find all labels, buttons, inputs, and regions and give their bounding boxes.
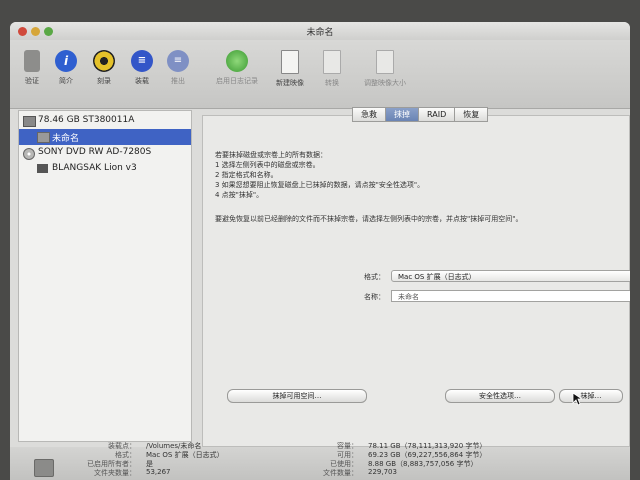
format-value: Mac OS 扩展（日志式） [398,273,476,281]
resize-image-button[interactable]: 调整映像大小 [356,50,414,88]
mouse-cursor-icon [572,392,582,406]
resize-image-icon [376,50,394,74]
sidebar-item-optical-drive[interactable]: SONY DVD RW AD-7280S [19,145,191,161]
journal-icon [226,50,248,72]
hard-disk-icon [23,116,36,127]
tab-restore[interactable]: 恢复 [454,107,489,122]
instruction-line: 4 点按"抹掉"。 [215,191,264,199]
eject-icon: ≡ [167,50,189,72]
eject-button[interactable]: ≡ 推出 [156,50,200,86]
sidebar-item-disc-image[interactable]: BLANGSAK Lion v3 [19,161,191,177]
toolbar: 验证 i 简介 刻录 ≡ 装载 ≡ 推出 启用日志记录 新建映像 转换 调整映像… [10,40,630,109]
folder-count-label: 文件夹数量： [94,469,136,477]
sidebar-item-hard-disk[interactable]: 78.46 GB ST380011A [19,113,191,129]
erase-instructions: 若要抹掉磁盘或宗卷上的所有数据： 1 选择左侧列表中的磁盘或宗卷。 2 指定格式… [215,150,424,200]
name-field[interactable]: 未命名 [391,290,630,302]
disc-image-icon [37,164,48,173]
sidebar-item-label: 78.46 GB ST380011A [38,115,135,125]
instruction-line: 1 选择左侧列表中的磁盘或宗卷。 [215,161,320,169]
instruction-line: 若要抹掉磁盘或宗卷上的所有数据： [215,151,327,159]
file-count-label: 文件数量： [323,469,358,477]
erase-free-space-note: 要避免恢复以前已经删除的文件而不抹掉宗卷，请选择左侧列表中的宗卷，并点按"抹掉可… [215,215,523,223]
convert-label: 转换 [325,79,339,87]
name-label: 名称： [364,293,385,301]
tab-first-aid[interactable]: 急救 [352,107,386,122]
format-label: 格式： [364,273,385,281]
sidebar-item-label: 未命名 [52,134,80,144]
erase-free-space-button[interactable]: 抹掉可用空间… [227,389,367,403]
tab-raid[interactable]: RAID [418,107,456,122]
convert-button[interactable]: 转换 [310,50,354,88]
tab-erase[interactable]: 抹掉 [385,107,419,122]
sidebar-item-volume[interactable]: 未命名 [19,129,191,145]
resize-image-label: 调整映像大小 [364,79,406,87]
title-bar[interactable]: 未命名 [10,22,630,40]
volume-icon [37,132,50,143]
device-list[interactable]: 78.46 GB ST380011A 未命名 SONY DVD RW AD-72… [18,110,192,442]
info-icon: i [55,50,77,72]
new-image-button[interactable]: 新建映像 [268,50,312,88]
file-count-value: 229,703 [368,468,397,476]
window-title: 未命名 [306,28,334,38]
microscope-icon [24,50,40,72]
eject-label: 推出 [171,77,185,85]
enable-journaling-label: 启用日志记录 [216,77,258,85]
disk-utility-window: 未命名 验证 i 简介 刻录 ≡ 装载 ≡ 推出 启用日志记录 新建映像 转换 … [10,22,630,480]
erase-button[interactable]: 抹掉… [559,389,623,403]
security-options-button[interactable]: 安全性选项… [445,389,555,403]
enable-journaling-button[interactable]: 启用日志记录 [212,50,262,86]
volume-info-icon [34,459,54,477]
new-image-icon [281,50,299,74]
format-info-value: Mac OS 扩展（日志式） [146,451,224,459]
tab-bar: 急救 抹掉 RAID 恢复 [352,107,489,122]
sidebar-item-label: SONY DVD RW AD-7280S [38,147,152,157]
instruction-line: 2 指定格式和名称。 [215,171,278,179]
format-select[interactable]: Mac OS 扩展（日志式） ⇕ [391,270,630,282]
erase-panel: 急救 抹掉 RAID 恢复 若要抹掉磁盘或宗卷上的所有数据： 1 选择左侧列表中… [202,107,630,447]
sidebar-item-label: BLANGSAK Lion v3 [52,163,137,173]
burn-icon [93,50,115,72]
folder-count-value: 53,267 [146,468,171,476]
optical-drive-icon [23,148,35,160]
convert-icon [323,50,341,74]
new-image-label: 新建映像 [276,79,304,87]
mount-icon: ≡ [131,50,153,72]
info-bar: 装载点： /Volumes/未命名 格式： Mac OS 扩展（日志式） 已启用… [10,442,630,480]
instruction-line: 3 如果您想要阻止恢复磁盘上已抹掉的数据，请点按"安全性选项"。 [215,181,425,189]
